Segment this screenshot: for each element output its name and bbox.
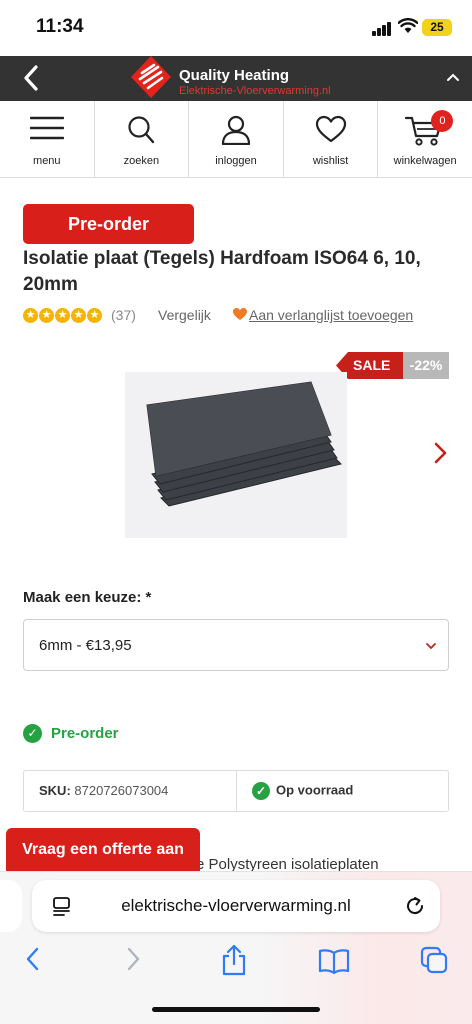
nav-label: wishlist <box>312 155 349 167</box>
heart-icon <box>315 115 346 143</box>
star-icon: ★ <box>23 308 38 323</box>
add-to-wishlist-link[interactable]: Aan verlanglijst toevoegen <box>249 307 413 323</box>
nav-item-wishlist[interactable]: wishlist <box>284 101 379 177</box>
sku-label: SKU: <box>39 783 71 798</box>
product-image[interactable] <box>125 372 347 538</box>
check-circle-icon: ✓ <box>23 724 42 743</box>
availability-cell: ✓ Op voorraad <box>237 771 448 811</box>
sku-cell: SKU: 8720726073004 <box>24 771 237 811</box>
search-icon <box>128 116 155 144</box>
brand-title[interactable]: Quality Heating <box>179 67 289 84</box>
share-icon[interactable] <box>220 944 248 976</box>
request-quote-button[interactable]: Vraag een offerte aan <box>6 828 200 871</box>
sku-value: 8720726073004 <box>74 783 169 798</box>
rating-row: ★ ★ ★ ★ ★ (37) Vergelijk Aan verlanglijs… <box>23 306 453 326</box>
star-icon: ★ <box>39 308 54 323</box>
rating-stars[interactable]: ★ ★ ★ ★ ★ <box>23 308 102 323</box>
nav-item-inloggen[interactable]: inloggen <box>189 101 284 177</box>
star-icon: ★ <box>55 308 70 323</box>
nav-item-zoeken[interactable]: zoeken <box>95 101 190 177</box>
home-indicator <box>152 1007 320 1012</box>
nav-label: winkelwagen <box>393 155 457 167</box>
star-icon: ★ <box>87 308 102 323</box>
cart-count-badge: 0 <box>431 110 454 132</box>
hamburger-icon <box>29 116 64 140</box>
review-count[interactable]: (37) <box>111 307 136 323</box>
star-icon: ★ <box>71 308 86 323</box>
variant-choice-label: Maak een keuze: * <box>23 589 152 606</box>
nav-label: menu <box>33 155 61 167</box>
compare-link[interactable]: Vergelijk <box>158 307 211 323</box>
status-time: 11:34 <box>36 16 84 37</box>
user-icon <box>221 115 251 145</box>
back-chevron-icon[interactable] <box>20 64 42 92</box>
nav-item-winkelwagen[interactable]: 0 winkelwagen <box>378 101 472 177</box>
browser-back-icon[interactable] <box>24 946 40 972</box>
url-text: elektrische-vloerverwarming.nl <box>121 896 351 915</box>
tabs-icon[interactable] <box>420 946 448 974</box>
heart-icon[interactable] <box>232 306 248 322</box>
nav-label: inloggen <box>215 155 257 167</box>
chevron-down-icon <box>426 643 436 650</box>
preorder-badge: Pre-order <box>23 204 194 244</box>
product-info-box: SKU: 8720726073004 ✓ Op voorraad <box>23 770 449 812</box>
discount-badge: -22% <box>403 352 449 379</box>
stock-status-label: Pre-order <box>51 725 119 742</box>
icon-navigation: menu zoeken inloggen wishlist 0 winkelwa… <box>0 101 472 178</box>
site-header: Quality Heating Elektrische-Vloerverwarm… <box>0 56 472 101</box>
previous-tab-peek[interactable] <box>0 880 22 932</box>
brand-subtitle[interactable]: Elektrische-Vloerverwarming.nl <box>179 85 331 97</box>
product-title: Isolatie plaat (Tegels) Hardfoam ISO64 6… <box>23 248 421 295</box>
brand-logo-icon[interactable] <box>130 55 172 99</box>
status-bar: 11:34 25 <box>0 0 472 56</box>
stock-status: ✓ Pre-order <box>23 724 119 746</box>
nav-label: zoeken <box>123 155 160 167</box>
nav-item-menu[interactable]: menu <box>0 101 95 177</box>
address-bar[interactable]: elektrische-vloerverwarming.nl <box>32 880 440 932</box>
availability-label: Op voorraad <box>276 782 354 798</box>
chevron-up-icon[interactable] <box>446 70 460 84</box>
cellular-signal-icon <box>372 22 392 36</box>
reload-icon[interactable] <box>404 895 426 917</box>
battery-icon: 25 <box>422 19 452 36</box>
variant-select-value: 6mm - €13,95 <box>39 637 132 654</box>
next-image-arrow-icon[interactable] <box>433 441 447 465</box>
variant-select[interactable]: 6mm - €13,95 <box>23 619 449 671</box>
browser-forward-icon[interactable] <box>126 946 142 972</box>
bookmarks-icon[interactable] <box>318 948 350 974</box>
check-circle-icon: ✓ <box>252 782 270 800</box>
browser-toolbar: elektrische-vloerverwarming.nl <box>0 871 472 1024</box>
wifi-icon <box>398 18 418 33</box>
